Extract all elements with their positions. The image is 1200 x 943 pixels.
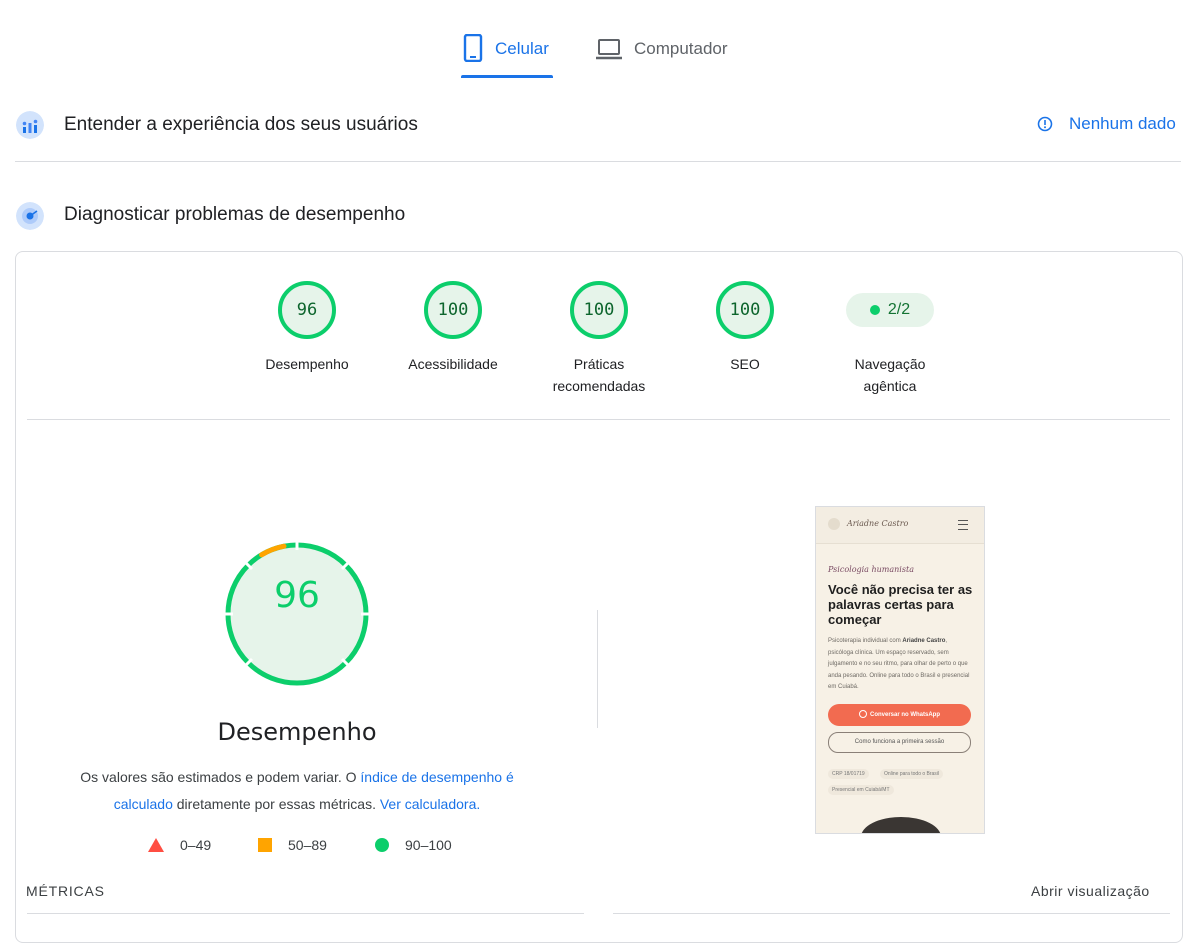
gauge-seo[interactable]: 100 xyxy=(715,280,775,340)
tab-desktop[interactable]: Computador xyxy=(596,32,728,78)
tab-mobile[interactable]: Celular xyxy=(463,32,549,78)
gauge-score: 100 xyxy=(583,300,615,320)
legend-pass: 90–100 xyxy=(375,837,452,853)
gauge-accessibility[interactable]: 100 xyxy=(423,280,483,340)
pass-dot-icon xyxy=(869,305,880,315)
circle-icon xyxy=(375,838,389,852)
category-label: Desempenho xyxy=(247,353,367,375)
screenshot-body: Psicoterapia individual com Ariadne Cast… xyxy=(828,636,974,694)
info-icon xyxy=(1037,116,1053,132)
category-label-line1: Práticas xyxy=(573,356,625,372)
legend-fail: 0–49 xyxy=(148,837,211,853)
page-screenshot[interactable]: Ariadne Castro Psicologia humanista Você… xyxy=(815,506,985,834)
tab-desktop-label: Computador xyxy=(634,39,728,58)
category-label: SEO xyxy=(685,353,805,375)
screenshot-secondary-button: Como funciona a primeira sessão xyxy=(828,732,971,753)
smartphone-icon xyxy=(463,34,483,62)
screenshot-chip: Online para todo o Brasil xyxy=(880,769,944,779)
gauge-score: 96 xyxy=(296,300,318,320)
vertical-divider xyxy=(597,610,598,728)
no-data-label: Nenhum dado xyxy=(1069,114,1176,133)
screenshot-body-name: Ariadne Castro xyxy=(902,638,946,644)
performance-score: 96 xyxy=(274,575,320,616)
legend-range: 0–49 xyxy=(180,837,212,853)
section-divider xyxy=(15,161,1181,162)
desc-text-1: Os valores são estimados e podem variar.… xyxy=(80,769,361,785)
screenshot-body-pre: Psicoterapia individual com xyxy=(828,638,903,644)
logo-mark-icon xyxy=(828,518,840,530)
category-label-line1: Acessibilidade xyxy=(408,356,498,372)
metrics-divider-right xyxy=(613,913,1170,914)
gauge-score: 100 xyxy=(729,300,761,320)
category-label-line1: Desempenho xyxy=(265,356,349,372)
performance-title: Desempenho xyxy=(217,718,377,746)
screenshot-kicker: Psicologia humanista xyxy=(828,565,914,574)
desc-text-2: diretamente por essas métricas. xyxy=(172,796,380,812)
category-label-line1: Navegação xyxy=(854,356,926,372)
screenshot-logo: Ariadne Castro xyxy=(847,519,909,528)
agentic-navigation-badge[interactable]: 2/2 xyxy=(846,293,934,327)
gauge-best-practices[interactable]: 100 xyxy=(569,280,629,340)
screenshot-headline: Você não precisa ter as palavras certas … xyxy=(828,582,973,627)
screenshot-chip: CRP 18/01719 xyxy=(828,769,869,779)
screenshot-whatsapp-label: Conversar no WhatsApp xyxy=(869,712,940,718)
screenshot-photo xyxy=(861,817,941,833)
gauge-score: 100 xyxy=(437,300,469,320)
agentic-score: 2/2 xyxy=(887,301,911,318)
diagnostics-title: Diagnosticar problemas de desempenho xyxy=(64,204,406,225)
triangle-icon xyxy=(148,838,164,852)
performance-description: Os valores são estimados e podem variar.… xyxy=(60,764,534,818)
screenshot-body-post: , psicóloga clínica. Um espaço reservado… xyxy=(828,638,970,690)
menu-icon xyxy=(958,520,968,530)
radar-icon xyxy=(16,202,44,230)
laptop-icon xyxy=(596,39,622,60)
screenshot-chip: Presencial em Cuiabá/MT xyxy=(828,785,894,795)
tab-mobile-label: Celular xyxy=(495,39,549,58)
category-label-line2: recomendadas xyxy=(552,378,646,394)
category-label-line1: SEO xyxy=(730,356,760,372)
metrics-heading: MÉTRICAS xyxy=(26,883,105,899)
category-label-line2: agêntica xyxy=(863,378,917,394)
legend-range: 90–100 xyxy=(405,837,452,853)
no-data-link[interactable]: Nenhum dado xyxy=(1037,114,1176,134)
active-tab-indicator xyxy=(461,75,553,78)
screenshot-header: Ariadne Castro xyxy=(816,507,984,544)
gauge-performance[interactable]: 96 xyxy=(277,280,337,340)
calculator-link[interactable]: Ver calculadora. xyxy=(380,796,480,812)
screenshot-whatsapp-button: Conversar no WhatsApp xyxy=(828,704,971,726)
field-data-title: Entender a experiência dos seus usuários xyxy=(64,114,418,135)
category-label: Navegação agêntica xyxy=(830,353,950,397)
category-label: Acessibilidade xyxy=(393,353,513,375)
people-chart-icon xyxy=(16,111,44,139)
square-icon xyxy=(258,838,272,852)
legend-range: 50–89 xyxy=(288,837,327,853)
metrics-divider-left xyxy=(27,913,584,914)
open-view-toggle[interactable]: Abrir visualização xyxy=(1031,883,1150,899)
legend-average: 50–89 xyxy=(258,837,327,853)
category-label: Práticas recomendadas xyxy=(539,353,659,397)
whatsapp-icon xyxy=(858,710,867,719)
card-divider xyxy=(27,419,1170,420)
